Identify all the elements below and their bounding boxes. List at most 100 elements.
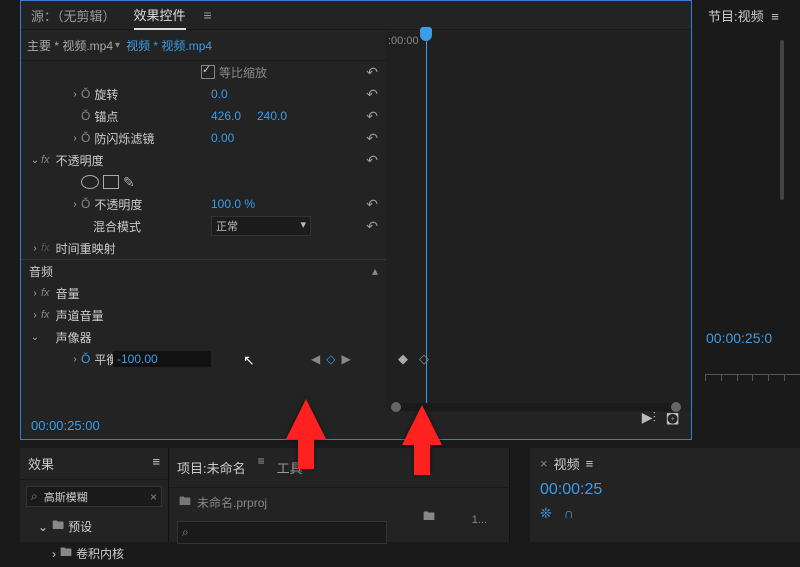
anchor-x-value[interactable]: 426.0 bbox=[211, 109, 241, 123]
twirl-icon[interactable]: › bbox=[29, 243, 41, 254]
panel-menu-icon[interactable]: ≡ bbox=[258, 454, 265, 481]
chevron-down-icon[interactable]: ▾ bbox=[115, 40, 120, 51]
antiflicker-value[interactable]: 0.00 bbox=[211, 131, 234, 145]
panel-menu-icon[interactable]: ≡ bbox=[586, 456, 594, 471]
keyframe-navigator[interactable]: ◀ ◇ ▶ bbox=[311, 352, 351, 366]
effects-search[interactable]: ⌕ × bbox=[26, 486, 162, 507]
timeline-scrollbar[interactable] bbox=[391, 403, 681, 411]
next-keyframe-icon[interactable]: ▶ bbox=[341, 352, 350, 366]
snap-icon[interactable]: ❊ bbox=[540, 505, 552, 522]
uniform-scale-checkbox[interactable] bbox=[201, 65, 215, 79]
reset-icon[interactable]: ↶ bbox=[366, 130, 378, 147]
timeremap-section[interactable]: › fx 时间重映射 bbox=[21, 237, 386, 259]
preset-folder[interactable]: ⌄ 🖿 预设 bbox=[20, 513, 168, 540]
tab-source[interactable]: 源：（无剪辑） bbox=[31, 2, 116, 29]
rect-mask-icon[interactable] bbox=[103, 175, 119, 189]
project-panel: 项目:未命名 ≡ 工具 🖿 未命名.prproj ⌕ 🖿 1... bbox=[169, 448, 510, 542]
ellipse-mask-icon[interactable] bbox=[81, 175, 99, 189]
twirl-icon[interactable]: › bbox=[69, 354, 81, 365]
antiflicker-label: 防闪烁滤镜 bbox=[94, 130, 154, 147]
playhead-handle[interactable] bbox=[420, 27, 432, 41]
opacity-value-label: 不透明度 bbox=[94, 196, 142, 213]
clear-search-icon[interactable]: × bbox=[150, 490, 157, 504]
fx-icon[interactable]: fx bbox=[41, 154, 50, 166]
effect-timeline[interactable]: :00:00 ◆ ◇ bbox=[386, 31, 691, 411]
reset-icon[interactable]: ↶ bbox=[366, 152, 378, 169]
new-bin-icon[interactable]: 🖿 bbox=[423, 507, 435, 528]
stopwatch-icon[interactable]: Ŏ bbox=[81, 131, 90, 145]
stopwatch-active-icon[interactable]: Ŏ bbox=[81, 352, 90, 366]
project-search[interactable]: ⌕ bbox=[177, 521, 387, 544]
play-toggle-icon[interactable]: ▶⫶ bbox=[642, 409, 656, 433]
stopwatch-icon[interactable]: Ŏ bbox=[81, 87, 90, 101]
clip-nested-link[interactable]: 视频 * 视频.mp4 bbox=[126, 37, 212, 54]
scroll-handle-left[interactable] bbox=[391, 402, 401, 412]
reset-icon[interactable]: ↶ bbox=[366, 108, 378, 125]
program-ruler[interactable] bbox=[705, 374, 800, 395]
twirl-icon[interactable]: › bbox=[29, 288, 41, 299]
panner-label: 声像器 bbox=[56, 329, 92, 346]
twirl-icon[interactable]: › bbox=[69, 199, 81, 210]
rotation-value[interactable]: 0.0 bbox=[211, 87, 228, 101]
convolution-folder[interactable]: › 🖿 卷积内核 bbox=[20, 540, 168, 567]
reset-icon[interactable]: ↶ bbox=[366, 196, 378, 213]
search-icon: ⌕ bbox=[182, 525, 189, 540]
sequence-timecode[interactable]: 00:00:25 bbox=[530, 479, 800, 501]
program-panel: 节目:视频 ≡ 00:00:25:0 bbox=[700, 0, 800, 360]
effect-controls-panel: 源：（无剪辑） 效果控件 ≡ 主要 * 视频.mp4 ▾ 视频 * 视频.mp4… bbox=[20, 0, 692, 440]
tab-project[interactable]: 项目:未命名 bbox=[177, 454, 246, 481]
keyframe-marker-left[interactable]: ◆ bbox=[398, 351, 408, 367]
opacity-value[interactable]: 100.0 % bbox=[211, 197, 255, 211]
program-timecode[interactable]: 00:00:25:0 bbox=[706, 330, 772, 346]
keyframe-marker-right[interactable]: ◇ bbox=[419, 351, 429, 367]
tab-tools[interactable]: 工具 bbox=[277, 454, 303, 481]
panel-menu-icon[interactable]: ≡ bbox=[771, 9, 779, 24]
balance-row: › Ŏ 平衡 ↖ ◀ ◇ ▶ bbox=[21, 348, 386, 370]
prev-keyframe-icon[interactable]: ◀ bbox=[311, 352, 320, 366]
project-search-input[interactable] bbox=[193, 524, 382, 541]
balance-input[interactable] bbox=[113, 351, 211, 367]
sequence-tab[interactable]: × 视频 ≡ bbox=[530, 448, 800, 479]
channel-volume-section[interactable]: › fx 声道音量 bbox=[21, 304, 386, 326]
twirl-icon[interactable]: › bbox=[52, 547, 56, 561]
twirl-icon[interactable]: › bbox=[69, 89, 81, 100]
reset-icon[interactable]: ↶ bbox=[366, 64, 378, 81]
twirl-icon[interactable]: › bbox=[69, 133, 81, 144]
volume-section[interactable]: › fx 音量 bbox=[21, 282, 386, 304]
current-timecode[interactable]: 00:00:25:00 bbox=[31, 418, 100, 433]
twirl-icon[interactable]: › bbox=[29, 310, 41, 321]
fx-icon[interactable]: fx bbox=[41, 242, 50, 254]
blend-mode-dropdown[interactable]: 正常▾ bbox=[211, 216, 311, 236]
effects-panel-title[interactable]: 效果 ≡ bbox=[20, 448, 168, 480]
reset-icon[interactable]: ↶ bbox=[366, 86, 378, 103]
bin-icon[interactable]: 🖿 bbox=[179, 492, 191, 513]
panel-menu-icon[interactable]: ≡ bbox=[204, 7, 212, 23]
search-icon: ⌕ bbox=[31, 489, 38, 504]
effects-search-input[interactable] bbox=[42, 490, 126, 504]
stopwatch-icon[interactable]: Ŏ bbox=[81, 109, 90, 123]
fx-icon[interactable]: fx bbox=[41, 309, 50, 321]
lower-panels: 效果 ≡ ⌕ × ⌄ 🖿 预设 › 🖿 卷积内核 项目:未命名 ≡ bbox=[20, 448, 800, 542]
twirl-down-icon[interactable]: ⌄ bbox=[38, 520, 48, 534]
program-scrollbar[interactable] bbox=[780, 40, 784, 200]
reset-icon[interactable]: ↶ bbox=[366, 218, 378, 235]
project-filename: 未命名.prproj bbox=[197, 494, 267, 511]
program-tab[interactable]: 节目:视频 ≡ bbox=[700, 0, 800, 31]
fx-icon[interactable]: fx bbox=[41, 287, 50, 299]
collapse-icon[interactable]: ▴ bbox=[372, 264, 378, 278]
twirl-down-icon[interactable]: ⌄ bbox=[29, 155, 41, 166]
opacity-value-row: › Ŏ 不透明度 100.0 % ↶ bbox=[21, 193, 386, 215]
twirl-down-icon[interactable]: ⌄ bbox=[29, 332, 41, 343]
clip-primary-label: 主要 * 视频.mp4 bbox=[27, 37, 113, 54]
anchor-y-value[interactable]: 240.0 bbox=[257, 109, 287, 123]
tab-effect-controls[interactable]: 效果控件 bbox=[134, 1, 186, 30]
opacity-section[interactable]: ⌄ fx 不透明度 ↶ bbox=[21, 149, 386, 171]
panel-menu-icon[interactable]: ≡ bbox=[152, 454, 160, 469]
stopwatch-icon[interactable]: Ŏ bbox=[81, 197, 90, 211]
export-frame-icon[interactable]: 🖸 bbox=[666, 409, 679, 433]
magnet-icon[interactable]: ∩ bbox=[564, 505, 574, 522]
project-path: 🖿 未命名.prproj bbox=[169, 488, 509, 517]
pen-mask-icon[interactable]: ✎ bbox=[123, 174, 135, 191]
add-keyframe-icon[interactable]: ◇ bbox=[326, 352, 335, 366]
panner-section[interactable]: ⌄ fx 声像器 bbox=[21, 326, 386, 348]
